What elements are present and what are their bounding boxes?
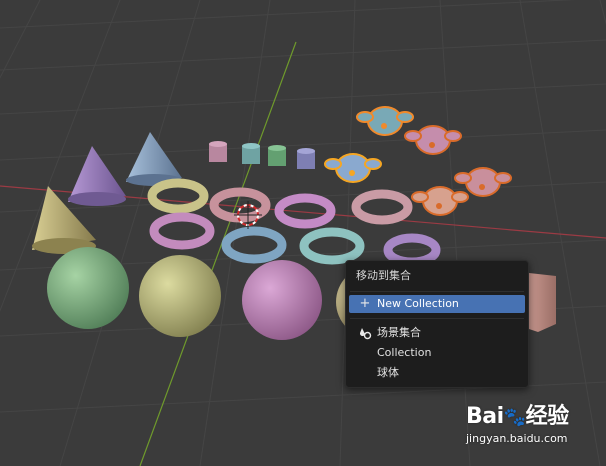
sphere-collection-item[interactable]: 球体 — [349, 364, 525, 382]
new-collection-item[interactable]: + New Collection — [349, 295, 525, 313]
cylinder-pink[interactable] — [209, 141, 227, 162]
collection-item[interactable]: Collection — [349, 344, 525, 362]
torus-rose-right[interactable] — [351, 189, 413, 225]
move-to-collection-menu: 移动到集合 + New Collection 场景集合 Collection 球… — [345, 260, 529, 388]
monkey-blue-left[interactable] — [324, 153, 382, 183]
torus-pink-front[interactable] — [149, 212, 215, 250]
3d-viewport[interactable] — [0, 0, 606, 466]
menu-divider — [350, 318, 524, 319]
torus-blue[interactable] — [221, 226, 287, 264]
menu-divider — [350, 291, 524, 292]
cylinder-green[interactable] — [268, 145, 286, 166]
monkey-pink-top[interactable] — [404, 125, 462, 155]
cylinder-lavender[interactable] — [297, 148, 315, 169]
torus-yellow[interactable] — [147, 178, 209, 214]
torus-teal[interactable] — [299, 227, 365, 265]
scene-collection-item[interactable]: 场景集合 — [349, 324, 525, 342]
sphere-green[interactable] — [47, 247, 129, 329]
cone-blue[interactable] — [126, 132, 182, 186]
new-collection-label: New Collection — [377, 297, 459, 310]
cone-purple[interactable] — [68, 146, 126, 206]
floor-grid — [0, 0, 606, 466]
collection-label: Collection — [377, 346, 432, 359]
cylinder-teal[interactable] — [242, 143, 260, 164]
watermark-url: jingyan.baidu.com — [466, 432, 568, 445]
sphere-collection-label: 球体 — [377, 366, 399, 379]
scene-collection-label: 场景集合 — [377, 326, 421, 339]
viewport-canvas[interactable] — [0, 0, 606, 466]
baidu-jingyan-watermark: Bai🐾经验 jingyan.baidu.com — [466, 398, 576, 448]
plus-icon: + — [359, 296, 371, 311]
sphere-yellow[interactable] — [139, 255, 221, 337]
monkey-teal-top[interactable] — [356, 106, 414, 136]
menu-title: 移动到集合 — [356, 269, 411, 282]
monkey-peach[interactable] — [411, 186, 469, 216]
3d-cursor-icon[interactable] — [234, 201, 262, 229]
paw-icon: 🐾 — [503, 407, 526, 428]
sphere-pink[interactable] — [242, 260, 322, 340]
watermark-logo: Bai🐾经验 — [466, 404, 569, 429]
